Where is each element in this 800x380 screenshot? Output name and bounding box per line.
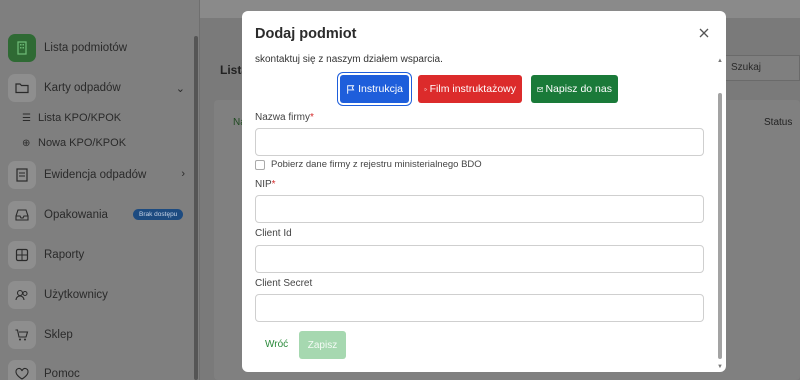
modal-title: Dodaj podmiot — [255, 26, 357, 42]
sidebar-item-lista-podmiotow[interactable]: Lista podmiotów — [8, 33, 127, 63]
client-id-label: Client Id — [255, 228, 292, 239]
chevron-right-icon[interactable]: › — [181, 168, 185, 180]
sidebar-item-pomoc[interactable]: Pomoc — [8, 359, 80, 380]
building-icon — [8, 34, 36, 62]
folder-icon — [8, 74, 36, 102]
required-marker: * — [271, 179, 276, 190]
sidebar-subitem-lista-kpo[interactable]: ☰ Lista KPO/KPOK — [22, 112, 121, 124]
no-access-badge: Brak dostępu — [133, 209, 184, 220]
company-name-label: Nazwa firmy* — [255, 112, 314, 123]
sidebar-item-label: Lista podmiotów — [44, 42, 128, 54]
add-entity-modal: Dodaj podmiot skontaktuj się z naszym dz… — [242, 11, 726, 372]
client-id-input[interactable] — [255, 245, 704, 273]
cart-icon — [8, 321, 36, 349]
heart-icon — [8, 360, 36, 380]
client-secret-label: Client Secret — [255, 278, 313, 289]
list-icon: ☰ — [22, 112, 31, 124]
sidebar-item-label: Opakowania — [44, 209, 108, 221]
sidebar-item-label: Karty odpadów — [44, 82, 121, 94]
scroll-down-arrow-icon[interactable]: ▼ — [716, 364, 724, 370]
company-name-label-text: Nazwa firmy — [255, 112, 311, 123]
sidebar: Lista podmiotów Karty odpadów ⌄ ☰ Lista … — [0, 0, 200, 380]
support-text: skontaktuj się z naszym działem wsparcia… — [255, 54, 443, 65]
instruction-button-label: Instrukcja — [358, 83, 403, 95]
client-secret-input[interactable] — [255, 294, 704, 322]
modal-scrollbar[interactable]: ▲ ▼ — [716, 53, 724, 372]
table-header-status: Status — [764, 117, 793, 128]
close-icon — [699, 28, 709, 38]
scrollbar-thumb[interactable] — [718, 93, 722, 359]
search-input[interactable]: Szukaj — [724, 55, 800, 81]
close-button[interactable] — [698, 27, 710, 39]
envelope-icon — [537, 86, 544, 92]
plus-circle-icon: ⊕ — [22, 137, 31, 149]
instruction-button[interactable]: Instrukcja — [340, 75, 409, 103]
back-button[interactable]: Wróć — [257, 331, 296, 358]
flag-icon — [347, 84, 355, 94]
play-icon — [424, 87, 428, 91]
sidebar-item-raporty[interactable]: Raporty — [8, 240, 84, 270]
modal-header: Dodaj podmiot — [242, 11, 726, 53]
nip-label: NIP* — [255, 179, 276, 190]
sidebar-item-sklep[interactable]: Sklep — [8, 320, 73, 350]
sidebar-subitem-label: Lista KPO/KPOK — [38, 112, 122, 124]
bdo-checkbox[interactable] — [255, 159, 265, 170]
bdo-checkbox-row[interactable]: Pobierz dane firmy z rejestru ministeria… — [255, 159, 482, 170]
sidebar-item-label: Użytkownicy — [44, 289, 108, 301]
sidebar-item-ewidencja[interactable]: Ewidencja odpadów — [8, 160, 146, 190]
bdo-checkbox-label: Pobierz dane firmy z rejestru ministeria… — [271, 159, 482, 170]
sidebar-item-uzytkownicy[interactable]: Użytkownicy — [8, 280, 108, 310]
required-marker: * — [310, 112, 314, 123]
sidebar-subitem-nowa-kpo[interactable]: ⊕ Nowa KPO/KPOK — [22, 137, 126, 149]
contact-us-button[interactable]: Napisz do nas — [531, 75, 618, 103]
nip-input[interactable] — [255, 195, 704, 223]
save-button[interactable]: Zapisz — [299, 331, 346, 359]
chevron-down-icon[interactable]: ⌄ — [176, 82, 185, 95]
grid-icon — [8, 241, 36, 269]
sidebar-item-label: Raporty — [44, 249, 85, 261]
video-tutorial-button-label: Film instruktażowy — [429, 83, 516, 95]
document-icon — [8, 161, 36, 189]
contact-us-button-label: Napisz do nas — [545, 83, 612, 95]
sidebar-subitem-label: Nowa KPO/KPOK — [38, 137, 127, 149]
inbox-icon — [8, 201, 36, 229]
sidebar-item-label: Sklep — [44, 329, 73, 341]
modal-body: skontaktuj się z naszym działem wsparcia… — [242, 53, 714, 372]
users-icon — [8, 281, 36, 309]
sidebar-scrollbar[interactable] — [194, 36, 198, 380]
sidebar-item-karty-odpadow[interactable]: Karty odpadów — [8, 73, 121, 103]
scroll-up-arrow-icon[interactable]: ▲ — [716, 58, 724, 64]
sidebar-item-label: Pomoc — [44, 368, 80, 380]
sidebar-item-label: Ewidencja odpadów — [44, 169, 147, 181]
video-tutorial-button[interactable]: Film instruktażowy — [418, 75, 522, 103]
nip-label-text: NIP — [255, 179, 272, 190]
sidebar-item-opakowania[interactable]: Opakowania — [8, 200, 108, 230]
company-name-input[interactable] — [255, 128, 704, 156]
